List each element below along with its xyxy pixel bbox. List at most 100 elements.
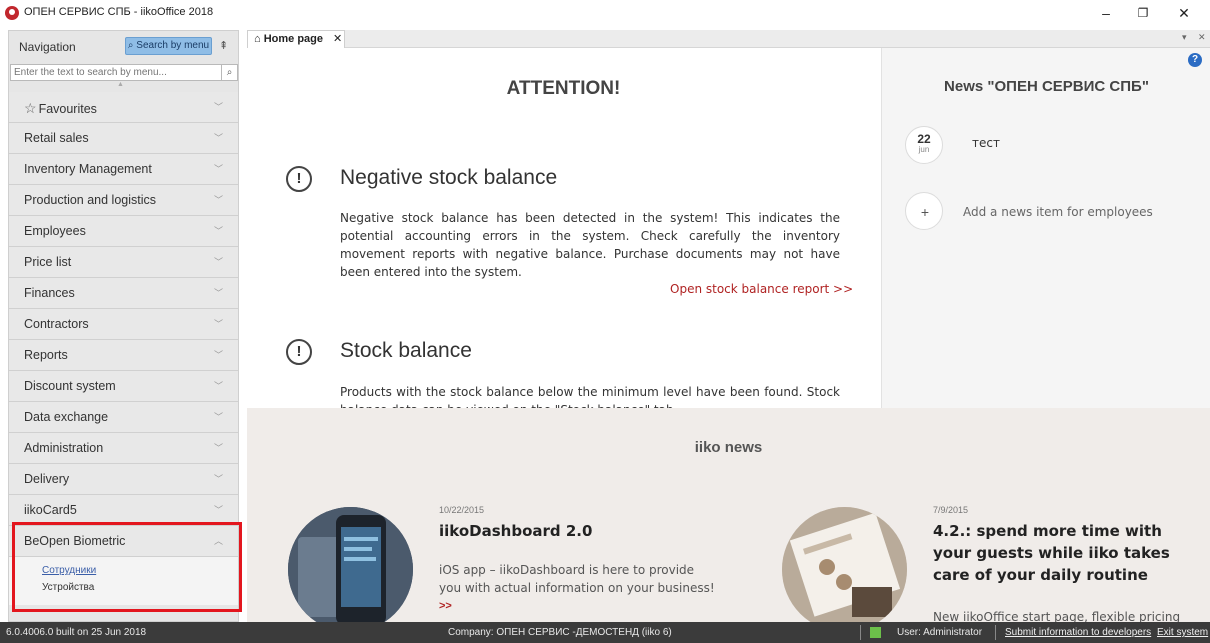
search-by-menu-button[interactable]: ⌕ Search by menu — [125, 37, 212, 55]
nav-item-label: Contractors — [24, 317, 89, 331]
article-title[interactable]: 4.2.: spend more time with your guests w… — [933, 520, 1178, 586]
chevron-down-icon: ﹀ — [214, 412, 224, 422]
nav-item-retail-sales[interactable]: Retail sales ﹀ — [9, 123, 238, 154]
close-button[interactable]: ✕ — [1164, 2, 1204, 24]
nav-item-favourites[interactable]: ☆ Favourites ﹀ — [9, 92, 238, 123]
chevron-down-icon: ﹀ — [214, 350, 224, 360]
nav-item-contractors[interactable]: Contractors ﹀ — [9, 309, 238, 340]
search-by-menu-label: Search by menu — [136, 40, 210, 51]
tab-home-page[interactable]: ⌂ Home page ✕ — [247, 30, 345, 48]
nav-item-employees[interactable]: Employees ﹀ — [9, 216, 238, 247]
alert-title: Stock balance — [340, 339, 472, 362]
nav-item-reports[interactable]: Reports ﹀ — [9, 340, 238, 371]
scroll-up-icon[interactable]: ▲ — [117, 81, 124, 88]
exit-system-link[interactable]: Exit system — [1157, 627, 1208, 638]
article-date: 10/22/2015 — [439, 505, 485, 515]
highlight-frame — [12, 522, 242, 612]
status-bar: 6.0.4006.0 built on 25 Jun 2018 Company:… — [0, 622, 1210, 643]
alert-text: Negative stock balance has been detected… — [340, 211, 840, 279]
news-title: News "ОПЕН СЕРВИС СПБ" — [944, 78, 1149, 95]
connection-status-icon — [870, 627, 881, 638]
nav-item-finances[interactable]: Finances ﹀ — [9, 278, 238, 309]
attention-panel: ATTENTION! ! Negative stock balance Nega… — [247, 48, 880, 408]
nav-item-label: Price list — [24, 255, 72, 269]
tab-list-icon[interactable]: ▾ — [1182, 32, 1187, 43]
add-news-label[interactable]: Add a news item for employees — [963, 205, 1153, 219]
laptop-illustration-icon — [782, 507, 907, 622]
nav-item-label: Data exchange — [24, 410, 109, 424]
chevron-down-icon: ﹀ — [214, 381, 224, 391]
article-text: iOS app – iikoDashboard is here to provi… — [439, 563, 715, 595]
attention-heading: ATTENTION! — [506, 78, 621, 99]
tab-bar: ⌂ Home page ✕ ▾ ✕ — [247, 30, 1210, 48]
nav-item-label: Discount system — [24, 379, 116, 393]
open-stock-balance-report-link[interactable]: Open stock balance report >> — [670, 282, 853, 296]
nav-item-data-exchange[interactable]: Data exchange ﹀ — [9, 402, 238, 433]
search-icon[interactable]: ⌕ — [221, 65, 237, 80]
chevron-down-icon: ﹀ — [214, 257, 224, 267]
nav-item-label: Delivery — [24, 472, 70, 486]
user-info: User: Administrator — [897, 627, 983, 638]
nav-item-administration[interactable]: Administration ﹀ — [9, 433, 238, 464]
phone-illustration-icon — [288, 507, 413, 622]
alert-title: Negative stock balance — [340, 166, 558, 189]
nav-item-label: Inventory Management — [24, 162, 152, 176]
window-title: ОПЕН СЕРВИС СПБ - iikoOffice 2018 — [24, 6, 214, 18]
article-image[interactable] — [782, 507, 907, 622]
nav-item-label: Production and logistics — [24, 193, 157, 207]
article-date: 7/9/2015 — [933, 505, 969, 515]
news-date-month: jun — [918, 145, 930, 154]
chevron-down-icon: ﹀ — [214, 102, 224, 112]
menu-search-input[interactable] — [10, 64, 238, 81]
close-all-tabs-icon[interactable]: ✕ — [1198, 32, 1206, 43]
nav-item-label: Retail sales — [24, 131, 89, 145]
article-more-link[interactable]: >> — [439, 600, 452, 612]
nav-item-delivery[interactable]: Delivery ﹀ — [9, 464, 238, 495]
status-divider — [860, 625, 861, 640]
article-image[interactable] — [288, 507, 413, 622]
restore-button[interactable]: ❐ — [1123, 2, 1163, 24]
chevron-down-icon: ﹀ — [214, 164, 224, 174]
home-icon: ⌂ — [254, 33, 264, 45]
alert-text: Products with the stock balance below th… — [340, 385, 840, 408]
exclamation-icon: ! — [286, 339, 312, 365]
chevron-down-icon: ﹀ — [214, 505, 224, 515]
version-info: 6.0.4006.0 built on 25 Jun 2018 — [6, 627, 147, 638]
company-news-panel: ? News "ОПЕН СЕРВИС СПБ" 22 jun тест + A… — [881, 48, 1210, 408]
nav-item-discount-system[interactable]: Discount system ﹀ — [9, 371, 238, 402]
help-icon[interactable]: ? — [1188, 53, 1202, 67]
app-logo-icon — [5, 6, 19, 20]
nav-item-label: Employees — [24, 224, 86, 238]
nav-item-label: Administration — [24, 441, 104, 455]
article-title[interactable]: iikoDashboard 2.0 — [439, 520, 592, 542]
news-date-day: 22 — [917, 132, 931, 146]
iiko-news-section: iiko news 10/22/2015 iikoDashboard 2.0 i… — [247, 408, 1210, 622]
add-news-button[interactable]: + — [905, 192, 943, 230]
star-icon: ☆ — [24, 100, 37, 116]
nav-item-price-list[interactable]: Price list ﹀ — [9, 247, 238, 278]
chevron-down-icon: ﹀ — [214, 288, 224, 298]
chevron-down-icon: ﹀ — [214, 226, 224, 236]
nav-item-label: Finances — [24, 286, 75, 300]
plus-icon: + — [920, 204, 930, 220]
navigation-header: Navigation ⌕ Search by menu ⇞ — [9, 31, 238, 62]
news-date-badge: 22 jun — [905, 126, 943, 164]
chevron-down-icon: ﹀ — [214, 319, 224, 329]
news-item-text[interactable]: тест — [972, 136, 1000, 150]
pin-icon[interactable]: ⇞ — [219, 39, 228, 52]
nav-item-inventory-management[interactable]: Inventory Management ﹀ — [9, 154, 238, 185]
tab-close-icon[interactable]: ✕ — [333, 31, 342, 47]
chevron-down-icon: ﹀ — [214, 133, 224, 143]
nav-item-label: iikoCard5 — [24, 503, 77, 517]
nav-item-label: Favourites — [38, 102, 97, 116]
navigation-title: Navigation — [19, 40, 76, 54]
article-text: New iikoOffice start page, flexible pric… — [933, 610, 1181, 622]
chevron-down-icon: ﹀ — [214, 474, 224, 484]
company-info: Company: ОПЕН СЕРВИС -ДЕМОСТЕНД (iiko 6) — [448, 627, 672, 638]
exclamation-icon: ! — [286, 166, 312, 192]
nav-item-label: Reports — [24, 348, 68, 362]
minimize-button[interactable]: – — [1086, 2, 1126, 24]
iiko-news-title: iiko news — [694, 439, 763, 456]
nav-item-production-logistics[interactable]: Production and logistics ﹀ — [9, 185, 238, 216]
submit-info-link[interactable]: Submit information to developers — [1005, 627, 1151, 638]
